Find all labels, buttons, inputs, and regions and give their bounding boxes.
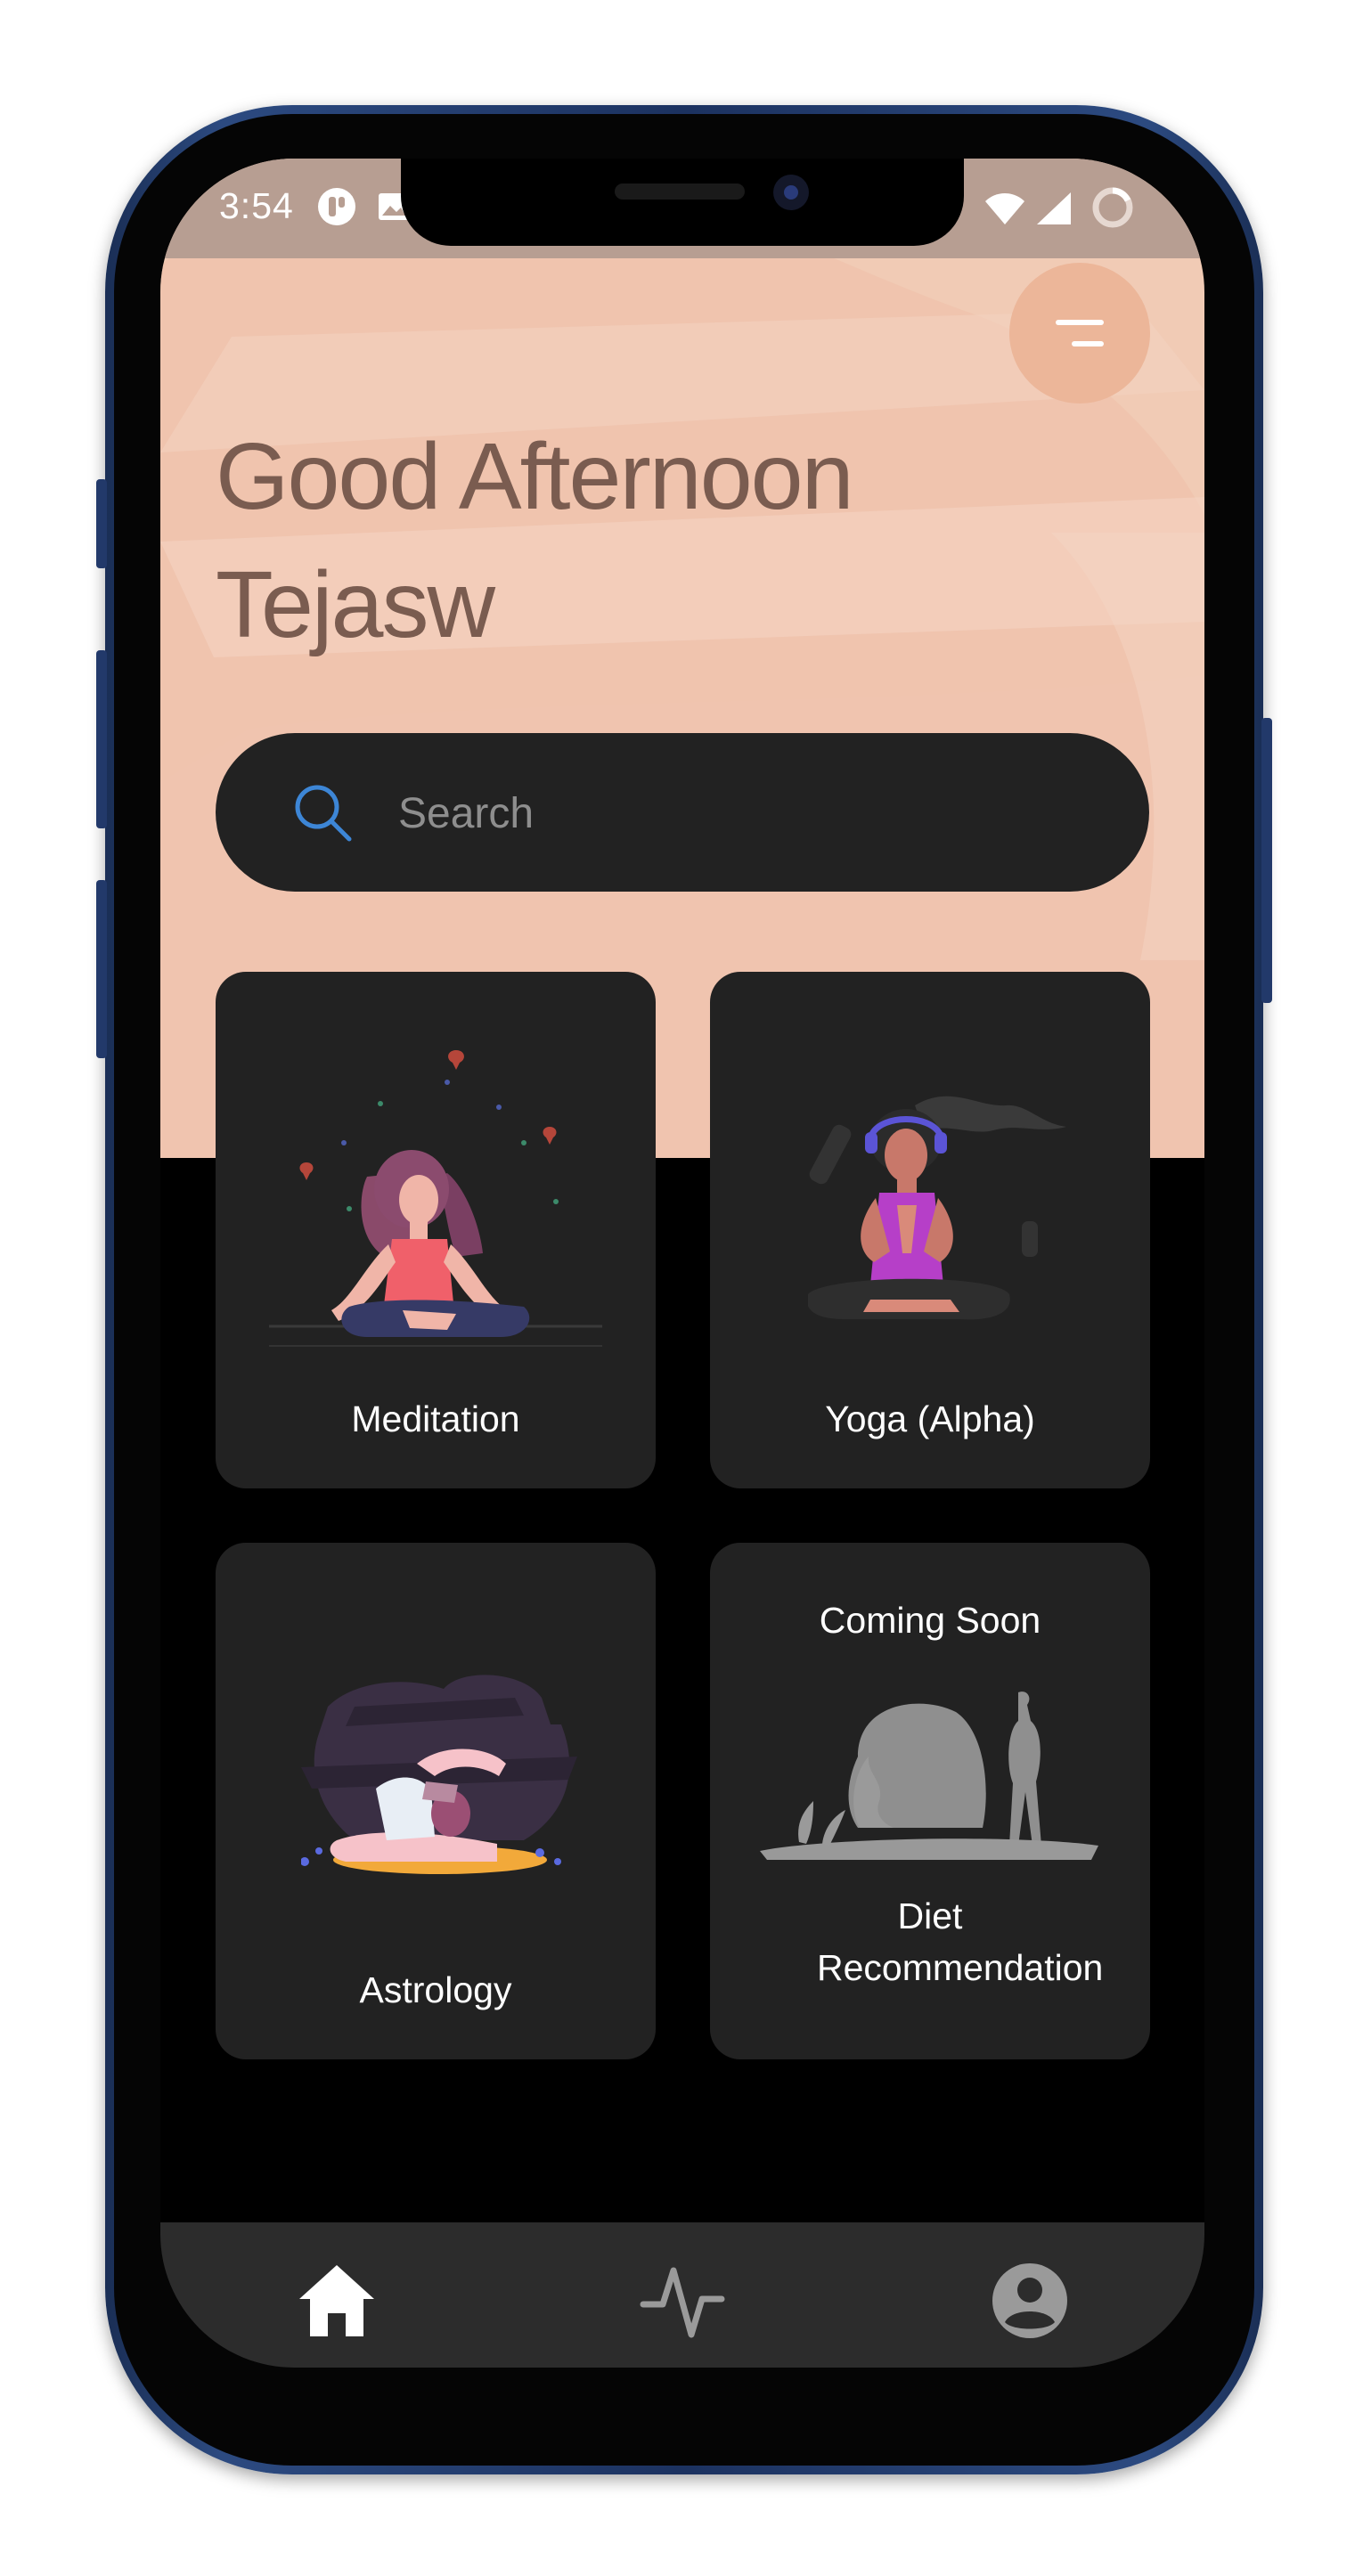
coming-soon-badge: Coming Soon [819,1600,1041,1641]
yoga-label: Yoga (Alpha) [825,1398,1035,1439]
bottom-navigation [160,2222,1204,2368]
search-bar[interactable] [216,733,1149,892]
yoga-illustration [806,1088,1075,1350]
volume-up-button [96,650,107,828]
activity-pulse-icon [640,2267,725,2347]
action-button [96,479,107,568]
yoga-card[interactable]: Yoga (Alpha) [710,972,1150,1488]
meditation-illustration [269,1043,602,1377]
app-screen: 3:54 Good Afternoon Tejasw Search Medita… [160,159,1204,2368]
menu-button[interactable] [1009,263,1150,404]
nav-activity[interactable] [640,2258,725,2344]
search-icon [292,782,355,849]
astrology-illustration [300,1671,579,1898]
battery-ring-icon [1090,185,1135,234]
astrology-card[interactable]: Astrology [216,1543,656,2059]
search-input[interactable] [396,781,1095,845]
app-notification-icon [317,187,356,231]
account-circle-icon [987,2263,1073,2347]
greeting-text: Good Afternoon [216,424,854,529]
front-camera [773,175,809,210]
wifi-icon [983,191,1026,231]
status-time: 3:54 [219,185,294,226]
cellular-signal-icon [1035,191,1073,231]
meditation-label: Meditation [351,1398,520,1439]
nav-home[interactable] [294,2258,380,2344]
user-name: Tejasw [216,552,495,657]
diet-card[interactable]: Coming Soon Diet Recommendation [710,1543,1150,2059]
power-button [1261,718,1272,1003]
earpiece-speaker [615,183,745,200]
camera-notch [401,159,964,246]
volume-down-button [96,880,107,1058]
home-icon [294,2265,380,2347]
diet-illustration [760,1676,1098,1868]
diet-label: Diet Recommendation [817,1895,1104,1988]
meditation-card[interactable]: Meditation [216,972,656,1488]
astrology-label: Astrology [359,1969,512,2010]
nav-profile[interactable] [987,2258,1073,2344]
greeting-heading: Good Afternoon Tejasw [216,412,1106,669]
